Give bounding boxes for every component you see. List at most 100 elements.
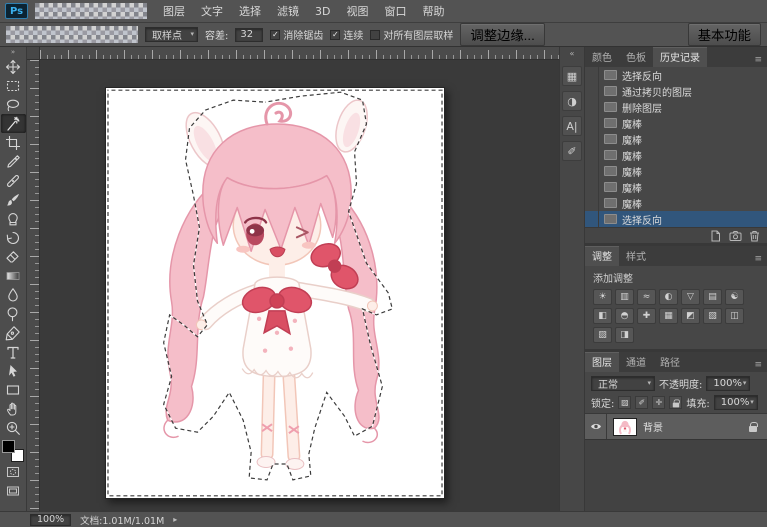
- refine-edge-button[interactable]: 调整边缘...: [460, 23, 545, 46]
- history-state-selected[interactable]: 选择反向: [585, 211, 767, 227]
- history-source-well[interactable]: [585, 83, 599, 99]
- eyedropper-tool[interactable]: [1, 152, 26, 171]
- move-tool[interactable]: [1, 57, 26, 76]
- history-source-well[interactable]: [585, 211, 599, 227]
- blend-mode-dropdown[interactable]: 正常: [591, 376, 655, 391]
- adjustment-icon-photo-filter[interactable]: ◓: [615, 308, 634, 324]
- history-state[interactable]: 魔棒: [585, 115, 767, 131]
- tab-history[interactable]: 历史记录: [653, 47, 707, 67]
- panel-menu-icon[interactable]: ≡: [749, 254, 767, 266]
- adjustment-icon-black-white[interactable]: ◧: [593, 308, 612, 324]
- lasso-tool[interactable]: [1, 95, 26, 114]
- adjustment-icon-vibrance[interactable]: ▽: [681, 289, 700, 305]
- adjustment-icon-curves[interactable]: ≈: [637, 289, 656, 305]
- adjustment-icon-levels[interactable]: ▥: [615, 289, 634, 305]
- history-state[interactable]: 删除图层: [585, 99, 767, 115]
- new-document-from-state-icon[interactable]: [709, 230, 722, 242]
- hand-tool[interactable]: [1, 399, 26, 418]
- antialias-checkbox[interactable]: ✓: [270, 29, 281, 40]
- adjustment-icon-threshold[interactable]: ◫: [725, 308, 744, 324]
- history-state[interactable]: 魔棒: [585, 163, 767, 179]
- panel-menu-icon[interactable]: ≡: [749, 360, 767, 372]
- adjustment-icon-color-lookup[interactable]: ▦: [659, 308, 678, 324]
- history-state[interactable]: 魔棒: [585, 179, 767, 195]
- history-state[interactable]: 魔棒: [585, 195, 767, 211]
- status-expander-icon[interactable]: ▸: [173, 515, 177, 524]
- panel-menu-icon[interactable]: ≡: [749, 55, 767, 67]
- delete-state-trash-icon[interactable]: [749, 230, 760, 242]
- menu-filter[interactable]: 滤镜: [269, 0, 307, 22]
- adjustment-icon-invert[interactable]: ◩: [681, 308, 700, 324]
- contiguous-option[interactable]: ✓ 连续: [330, 27, 363, 42]
- foreground-color-swatch[interactable]: [2, 440, 15, 453]
- lock-all-icon[interactable]: [669, 396, 683, 409]
- menu-type[interactable]: 文字: [193, 0, 231, 22]
- menu-layer[interactable]: 图层: [155, 0, 193, 22]
- history-source-well[interactable]: [585, 179, 599, 195]
- magic-wand-tool[interactable]: [0, 114, 26, 133]
- clone-stamp-tool[interactable]: [1, 209, 26, 228]
- history-brush-tool[interactable]: [1, 228, 26, 247]
- opacity-dropdown[interactable]: 100%: [706, 376, 751, 391]
- tab-swatches[interactable]: 色板: [619, 47, 653, 67]
- toolbar-collapse-icon[interactable]: »: [11, 47, 15, 57]
- gradient-tool[interactable]: [1, 266, 26, 285]
- history-source-well[interactable]: [585, 99, 599, 115]
- history-source-well[interactable]: [585, 115, 599, 131]
- shape-tool[interactable]: [1, 380, 26, 399]
- workspace-switcher-button[interactable]: 基本功能: [687, 23, 761, 46]
- tab-layers[interactable]: 图层: [585, 352, 619, 372]
- adjustment-icon-channel-mixer[interactable]: ✚: [637, 308, 656, 324]
- layer-visibility-toggle[interactable]: [585, 414, 607, 439]
- history-source-well[interactable]: [585, 131, 599, 147]
- history-state[interactable]: 魔棒: [585, 131, 767, 147]
- canvas-area[interactable]: [27, 47, 559, 511]
- menu-3d[interactable]: 3D: [307, 2, 338, 21]
- character-panel-icon[interactable]: A|: [562, 116, 582, 136]
- spot-healing-brush-tool[interactable]: [1, 171, 26, 190]
- brush-panel-icon[interactable]: ✐: [562, 141, 582, 161]
- lock-image-pixels-icon[interactable]: ✐: [635, 396, 649, 409]
- antialias-option[interactable]: ✓ 消除锯齿: [270, 27, 323, 42]
- rectangular-marquee-tool[interactable]: [1, 76, 26, 95]
- adjustment-icon-posterize[interactable]: ▧: [703, 308, 722, 324]
- swatches-panel-icon[interactable]: ▦: [562, 66, 582, 86]
- adjustment-icon-exposure[interactable]: ◐: [659, 289, 678, 305]
- document-canvas[interactable]: [105, 87, 445, 499]
- history-state[interactable]: 通过拷贝的图层: [585, 83, 767, 99]
- tab-channels[interactable]: 通道: [619, 352, 653, 372]
- zoom-tool[interactable]: [1, 418, 26, 437]
- layer-row-background[interactable]: 背景: [585, 414, 767, 440]
- sample-all-layers-checkbox[interactable]: [370, 29, 381, 40]
- adjustment-icon-selective-color[interactable]: ◨: [615, 327, 634, 343]
- contiguous-checkbox[interactable]: ✓: [330, 29, 341, 40]
- adjustment-icon-gradient-map[interactable]: ▨: [593, 327, 612, 343]
- quick-mask-icon[interactable]: [1, 462, 26, 481]
- dodge-tool[interactable]: [1, 304, 26, 323]
- zoom-level-field[interactable]: 100%: [30, 513, 72, 526]
- menu-view[interactable]: 视图: [338, 0, 376, 22]
- sample-all-layers-option[interactable]: 对所有图层取样: [370, 27, 453, 42]
- menu-window[interactable]: 窗口: [376, 0, 414, 22]
- type-tool[interactable]: [1, 342, 26, 361]
- adjustment-icon-color-balance[interactable]: ☯: [725, 289, 744, 305]
- tab-color[interactable]: 颜色: [585, 47, 619, 67]
- expand-dock-icon[interactable]: «: [570, 49, 575, 61]
- tab-paths[interactable]: 路径: [653, 352, 687, 372]
- menu-select[interactable]: 选择: [231, 0, 269, 22]
- path-selection-tool[interactable]: [1, 361, 26, 380]
- pen-tool[interactable]: [1, 323, 26, 342]
- screen-mode-icon[interactable]: [1, 481, 26, 500]
- menu-help[interactable]: 帮助: [414, 0, 452, 22]
- adjustment-icon-hue-saturation[interactable]: ▤: [703, 289, 722, 305]
- tab-styles[interactable]: 样式: [619, 246, 653, 266]
- fill-dropdown[interactable]: 100%: [713, 395, 758, 410]
- new-snapshot-icon[interactable]: [729, 230, 742, 242]
- history-source-well[interactable]: [585, 67, 599, 83]
- eraser-tool[interactable]: [1, 247, 26, 266]
- tolerance-input[interactable]: 32: [235, 27, 264, 42]
- crop-tool[interactable]: [1, 133, 26, 152]
- sample-size-dropdown[interactable]: 取样点: [145, 27, 198, 42]
- lock-transparent-pixels-icon[interactable]: ▨: [618, 396, 632, 409]
- adjustments-panel-icon[interactable]: ◑: [562, 91, 582, 111]
